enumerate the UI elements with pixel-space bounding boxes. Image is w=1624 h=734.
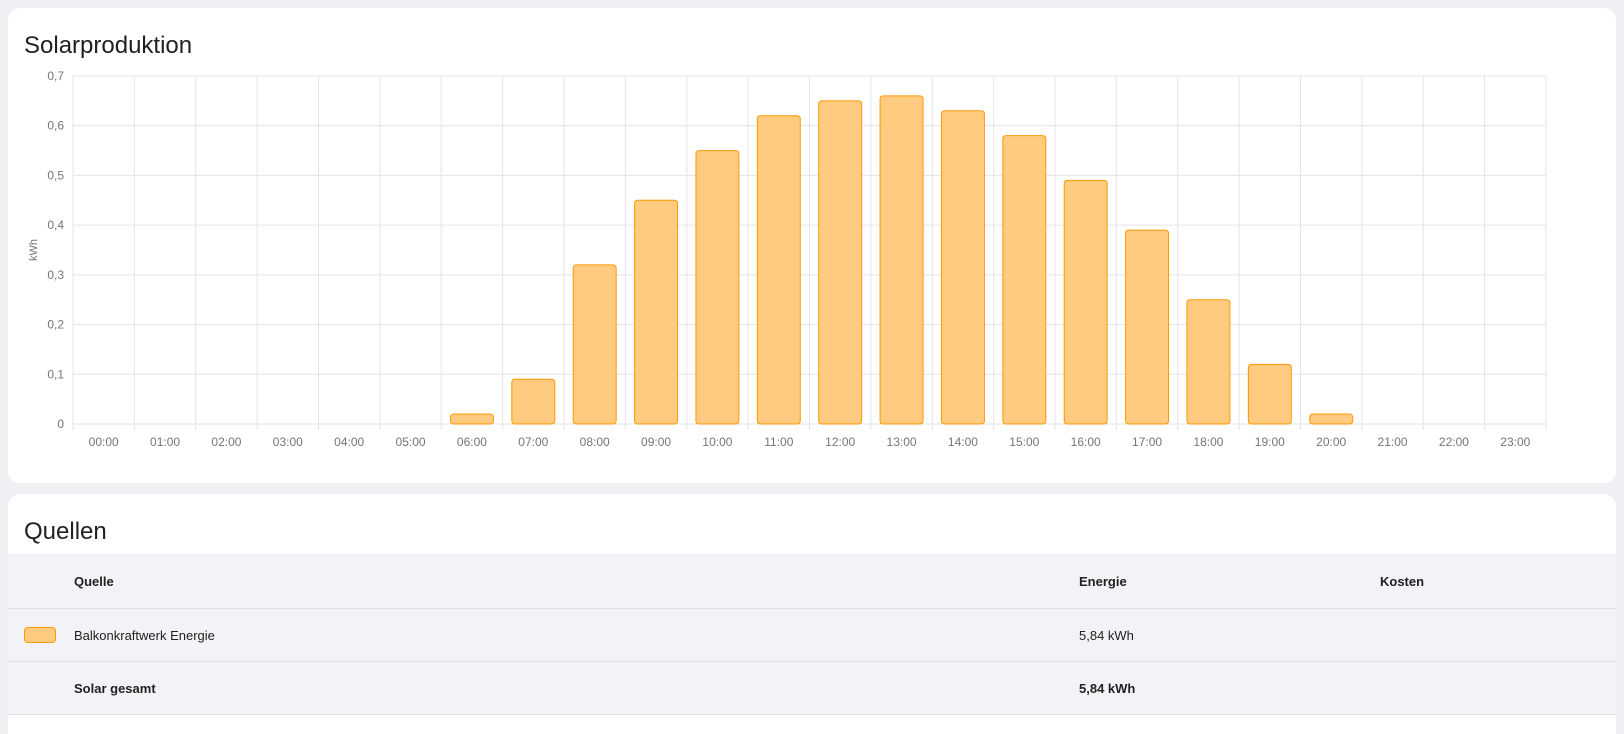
x-tick-label: 19:00 [1255,435,1285,449]
bar-1300[interactable] [879,95,924,425]
y-axis-label: kWh [28,239,40,261]
x-tick-label: 10:00 [702,435,732,449]
x-tick-label: 01:00 [150,435,180,449]
x-tick-label: 07:00 [518,435,548,449]
bar-0800[interactable] [572,264,617,425]
sources-table: Quelle Energie Kosten Balkonkraftwerk En… [8,554,1616,715]
x-tick-label: 12:00 [825,435,855,449]
x-tick-label: 18:00 [1193,435,1223,449]
bar-0600[interactable] [449,413,494,425]
source-color-swatch [24,609,58,661]
x-tick-label: 20:00 [1316,435,1346,449]
y-tick-label: 0,2 [47,318,64,332]
column-header-energy[interactable]: Energie [1079,554,1127,608]
total-energy: 5,84 kWh [1079,680,1136,696]
x-tick-label: 13:00 [887,435,917,449]
table-total-row: Solar gesamt 5,84 kWh [8,662,1616,715]
table-row[interactable]: Balkonkraftwerk Energie 5,84 kWh [8,609,1616,662]
bar-0900[interactable] [634,199,679,425]
x-tick-label: 17:00 [1132,435,1162,449]
bar-1400[interactable] [940,110,985,425]
bar-1200[interactable] [818,100,863,425]
bar-1700[interactable] [1125,229,1170,425]
x-tick-label: 08:00 [580,435,610,449]
bar-2000[interactable] [1309,413,1354,425]
bar-1100[interactable] [756,115,801,425]
table-header-row: Quelle Energie Kosten [8,554,1616,609]
x-tick-label: 16:00 [1071,435,1101,449]
column-header-cost[interactable]: Kosten [1380,554,1424,608]
y-tick-label: 0 [57,417,64,431]
y-tick-label: 0,6 [47,119,64,133]
source-energy: 5,84 kWh [1079,627,1134,643]
y-tick-label: 0,7 [47,69,64,83]
x-tick-label: 05:00 [396,435,426,449]
solar-production-card: 0 0,1 0,2 0,3 0,4 0,5 0,6 0,7 00:00 01:00 02:00 03:… [8,8,1616,483]
x-tick-label: 09:00 [641,435,671,449]
y-tick-label: 0,1 [47,367,64,381]
x-tick-label: 11:00 [764,435,793,449]
chart-title: Solarproduktion [24,32,193,59]
y-tick-label: 0,5 [47,168,64,182]
bar-1000[interactable] [695,150,740,425]
column-header-source[interactable]: Quelle [74,554,114,608]
x-tick-label: 23:00 [1500,435,1530,449]
swatch-box [24,627,56,643]
solar-production-chart: 0 0,1 0,2 0,3 0,4 0,5 0,6 0,7 00:00 01:00 02:00 03:… [28,69,1547,449]
total-label: Solar gesamt [74,680,156,696]
x-tick-label: 06:00 [457,435,487,449]
x-tick-label: 21:00 [1378,435,1408,449]
bar-1800[interactable] [1186,299,1231,425]
x-tick-label: 22:00 [1439,435,1469,449]
bar-1900[interactable] [1247,363,1292,425]
sources-card: Quellen Quelle Energie Kosten Balkonkraf… [8,494,1616,734]
y-tick-label: 0,3 [47,268,64,282]
bar-1600[interactable] [1063,179,1108,425]
x-tick-label: 14:00 [948,435,978,449]
x-tick-label: 03:00 [273,435,303,449]
x-tick-label: 00:00 [89,435,119,449]
bar-1500[interactable] [1002,135,1047,425]
y-tick-label: 0,4 [47,218,64,232]
x-tick-label: 15:00 [1009,435,1039,449]
x-tick-label: 04:00 [334,435,364,449]
bar-0700[interactable] [511,378,556,425]
sources-title: Quellen [24,518,107,545]
source-name[interactable]: Balkonkraftwerk Energie [74,609,215,661]
x-tick-label: 02:00 [211,435,241,449]
